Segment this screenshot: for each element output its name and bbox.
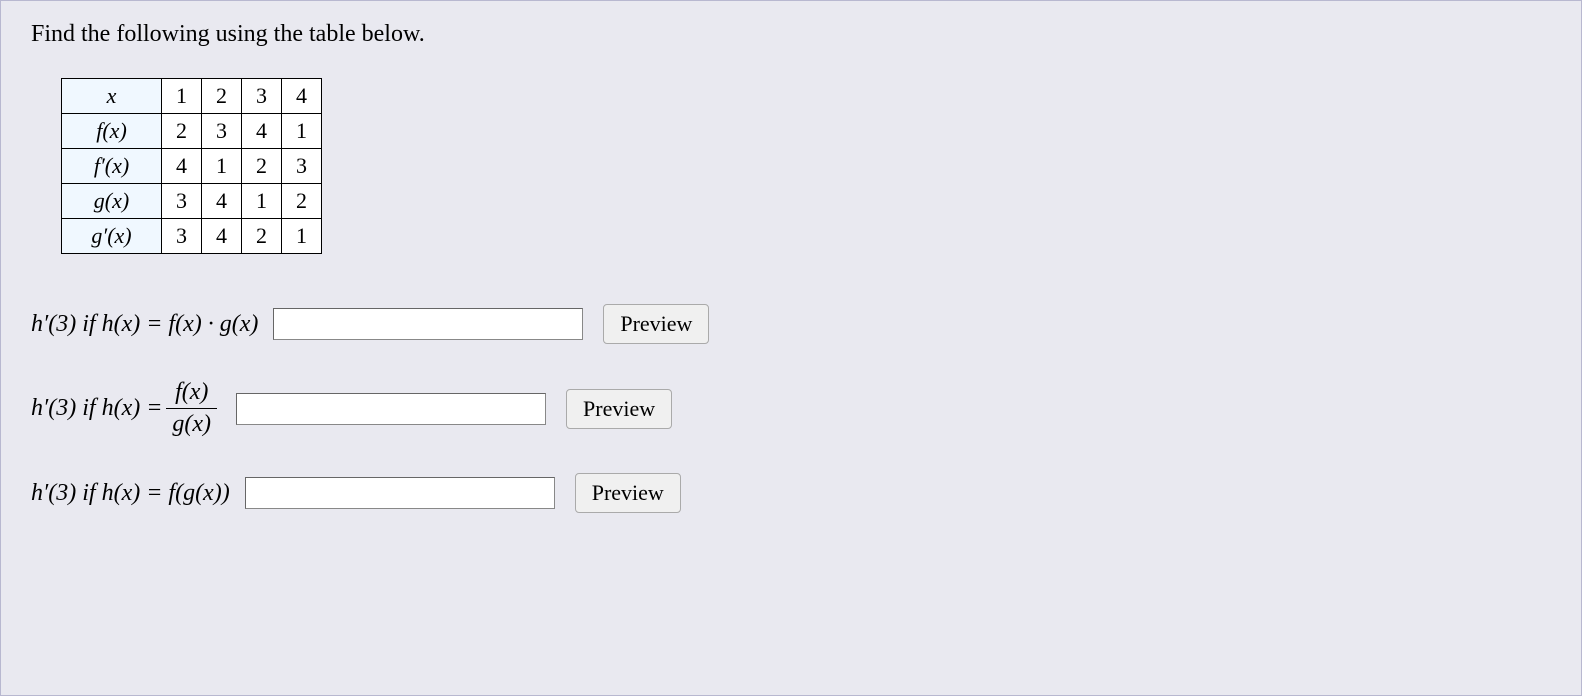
question-3: h′(3) if h(x) = f(g(x)) Preview: [31, 473, 1551, 513]
table-cell: 2: [242, 219, 282, 254]
fraction: f(x) g(x): [166, 379, 217, 438]
table-row-label: g′(x): [62, 219, 162, 254]
table-cell: 1: [282, 114, 322, 149]
table-header-value: 3: [242, 79, 282, 114]
question-1: h′(3) if h(x) = f(x) · g(x) Preview: [31, 304, 1551, 344]
table-cell: 4: [162, 149, 202, 184]
question-3-prompt: h′(3) if h(x) = f(g(x)): [31, 480, 230, 507]
table-row-label: f′(x): [62, 149, 162, 184]
fraction-numerator: f(x): [169, 379, 214, 408]
function-values-table: x 1 2 3 4 f(x) 2 3 4 1 f′(x) 4 1 2 3 g(x…: [61, 78, 322, 254]
answer-input-3[interactable]: [245, 477, 555, 509]
table-cell: 3: [202, 114, 242, 149]
table-row: f′(x) 4 1 2 3: [62, 149, 322, 184]
preview-button-3[interactable]: Preview: [575, 473, 681, 513]
table-cell: 3: [282, 149, 322, 184]
table-header-value: 4: [282, 79, 322, 114]
question-2: h′(3) if h(x) = f(x) g(x) Preview: [31, 379, 1551, 438]
answer-input-1[interactable]: [273, 308, 583, 340]
table-header-label: x: [62, 79, 162, 114]
table-cell: 1: [242, 184, 282, 219]
preview-button-2[interactable]: Preview: [566, 389, 672, 429]
problem-intro-text: Find the following using the table below…: [31, 21, 1551, 48]
table-row: g(x) 3 4 1 2: [62, 184, 322, 219]
question-2-prompt: h′(3) if h(x) = f(x) g(x): [31, 379, 221, 438]
table-header-value: 2: [202, 79, 242, 114]
table-cell: 4: [242, 114, 282, 149]
table-cell: 4: [202, 219, 242, 254]
table-row: g′(x) 3 4 2 1: [62, 219, 322, 254]
table-cell: 1: [282, 219, 322, 254]
table-header-value: 1: [162, 79, 202, 114]
table-row-label: f(x): [62, 114, 162, 149]
answer-input-2[interactable]: [236, 393, 546, 425]
problem-container: Find the following using the table below…: [0, 0, 1582, 696]
table-row: f(x) 2 3 4 1: [62, 114, 322, 149]
question-1-prompt: h′(3) if h(x) = f(x) · g(x): [31, 311, 258, 338]
fraction-denominator: g(x): [166, 408, 217, 438]
table-row: x 1 2 3 4: [62, 79, 322, 114]
table-cell: 1: [202, 149, 242, 184]
table-cell: 3: [162, 219, 202, 254]
table-cell: 2: [282, 184, 322, 219]
table-cell: 4: [202, 184, 242, 219]
table-row-label: g(x): [62, 184, 162, 219]
table-cell: 2: [162, 114, 202, 149]
table-cell: 3: [162, 184, 202, 219]
table-cell: 2: [242, 149, 282, 184]
question-2-prefix: h′(3) if h(x) =: [31, 395, 162, 422]
preview-button-1[interactable]: Preview: [603, 304, 709, 344]
